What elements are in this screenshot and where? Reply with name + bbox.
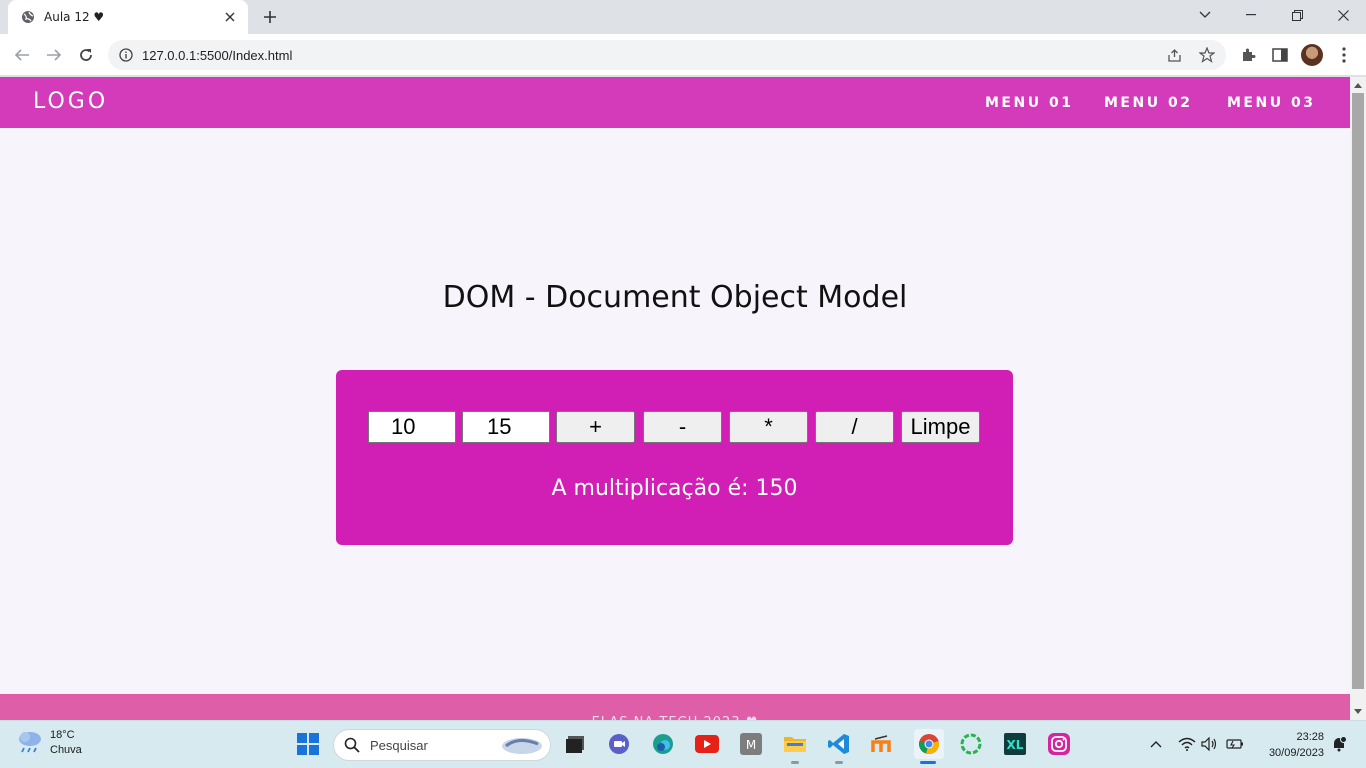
- share-icon[interactable]: [1166, 47, 1182, 63]
- url-text: 127.0.0.1:5500/Index.html: [142, 47, 293, 63]
- restore-button[interactable]: [1274, 0, 1320, 30]
- address-bar[interactable]: 127.0.0.1:5500/Index.html: [108, 40, 1226, 70]
- calculator-card: 10 15 + - * / Limpe A multiplicação é: 1…: [336, 370, 1013, 545]
- edge-icon[interactable]: [650, 731, 676, 757]
- site-info-icon[interactable]: [118, 47, 134, 63]
- site-footer: ELAS NA TECH 2023 ♥: [0, 694, 1350, 720]
- vscode-icon[interactable]: [826, 731, 852, 757]
- folder-icon[interactable]: [782, 731, 808, 757]
- page-viewport: LOGO MENU 01 MENU 02 MENU 03 DOM - Docum…: [0, 77, 1350, 720]
- svg-text:M: M: [746, 738, 756, 752]
- taskbar-search[interactable]: Pesquisar: [333, 729, 551, 761]
- browser-tab[interactable]: Aula 12 ♥: [8, 0, 248, 34]
- file-explorer-icon[interactable]: [562, 731, 588, 757]
- weather-widget[interactable]: 18°C Chuva: [16, 728, 82, 758]
- chrome-icon[interactable]: [914, 729, 944, 759]
- close-window-button[interactable]: [1320, 0, 1366, 30]
- close-tab-icon[interactable]: [222, 9, 238, 25]
- bookmark-star-icon[interactable]: [1199, 47, 1215, 63]
- clock-date: 30/09/2023: [1268, 747, 1324, 759]
- wifi-icon[interactable]: [1178, 735, 1196, 753]
- volume-icon[interactable]: [1201, 735, 1219, 753]
- windows-start-icon[interactable]: [295, 731, 321, 757]
- clock-time: 23:28: [1296, 731, 1324, 743]
- clear-button[interactable]: Limpe: [901, 411, 980, 443]
- vscode-running-indicator: [835, 761, 843, 764]
- tab-title: Aula 12 ♥: [44, 10, 105, 24]
- page-title: DOM - Document Object Model: [442, 280, 908, 315]
- result-text: A multiplicação é: 150: [551, 476, 798, 501]
- instagram-icon[interactable]: [1046, 731, 1072, 757]
- menu-item-01[interactable]: MENU 01: [985, 95, 1073, 111]
- battery-icon[interactable]: [1226, 735, 1244, 753]
- globe-icon: [20, 9, 36, 25]
- site-logo[interactable]: LOGO: [33, 89, 108, 114]
- browser-tab-strip: Aula 12 ♥: [0, 0, 1366, 34]
- rain-cloud-icon: [16, 729, 44, 757]
- search-highlight-icon: [500, 734, 544, 756]
- notification-icon[interactable]: [1330, 735, 1348, 753]
- divide-button[interactable]: /: [815, 411, 894, 443]
- number-input-2[interactable]: 15: [462, 411, 550, 443]
- teams-icon[interactable]: [606, 731, 632, 757]
- add-button[interactable]: +: [556, 411, 635, 443]
- search-icon: [344, 737, 360, 753]
- subtract-button[interactable]: -: [643, 411, 722, 443]
- footer-text: ELAS NA TECH 2023 ♥: [0, 694, 1350, 720]
- chevron-up-icon[interactable]: [1147, 735, 1165, 753]
- scroll-down-arrow-icon[interactable]: [1350, 703, 1366, 719]
- multiply-button[interactable]: *: [729, 411, 808, 443]
- scroll-up-arrow-icon[interactable]: [1350, 77, 1366, 93]
- menu-item-02[interactable]: MENU 02: [1104, 95, 1192, 111]
- weather-temp: 18°C: [50, 729, 75, 741]
- weather-desc: Chuva: [50, 744, 82, 756]
- refresh-app-icon[interactable]: [958, 731, 984, 757]
- folder-running-indicator: [791, 761, 799, 764]
- site-navbar: LOGO MENU 01 MENU 02 MENU 03: [0, 77, 1350, 128]
- page-scrollbar[interactable]: [1350, 77, 1366, 720]
- profile-avatar[interactable]: [1301, 44, 1323, 66]
- back-arrow-icon[interactable]: [10, 43, 34, 67]
- svg-text:XL: XL: [1007, 738, 1024, 752]
- m-app-icon[interactable]: M: [738, 731, 764, 757]
- xl-app-icon[interactable]: XL: [1002, 731, 1028, 757]
- scroll-thumb[interactable]: [1352, 93, 1364, 689]
- chrome-running-indicator: [920, 761, 936, 764]
- reload-icon[interactable]: [74, 43, 98, 67]
- new-tab-button[interactable]: [258, 5, 282, 29]
- youtube-icon[interactable]: [694, 731, 720, 757]
- moodle-icon[interactable]: [870, 731, 896, 757]
- extensions-puzzle-icon[interactable]: [1239, 46, 1257, 64]
- side-panel-icon[interactable]: [1271, 46, 1289, 64]
- tab-search-icon[interactable]: [1182, 0, 1228, 30]
- number-input-1[interactable]: 10: [368, 411, 456, 443]
- forward-arrow-icon[interactable]: [42, 43, 66, 67]
- menu-item-03[interactable]: MENU 03: [1227, 95, 1315, 111]
- minimize-button[interactable]: [1228, 0, 1274, 30]
- more-menu-icon[interactable]: [1335, 46, 1353, 64]
- system-clock[interactable]: 23:28 30/09/2023: [1258, 729, 1324, 761]
- windows-taskbar: 18°C Chuva Pesquisar M XL 23:28 30/09/20…: [0, 720, 1366, 768]
- browser-toolbar: 127.0.0.1:5500/Index.html: [0, 34, 1366, 76]
- search-placeholder: Pesquisar: [370, 737, 428, 753]
